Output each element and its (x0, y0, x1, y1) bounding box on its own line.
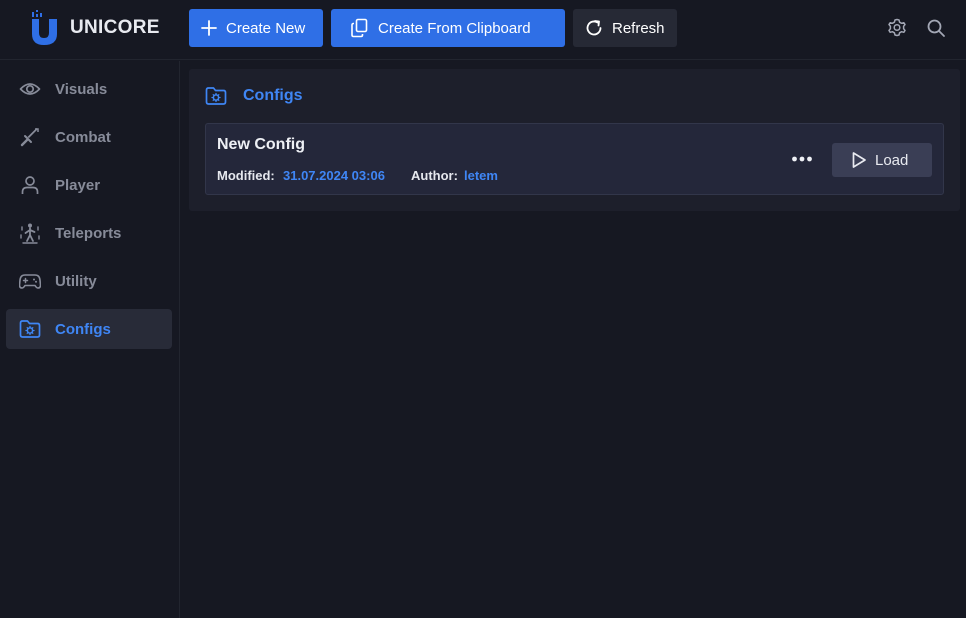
sidebar-item-teleports[interactable]: Teleports (6, 213, 172, 253)
refresh-button[interactable]: Refresh (573, 9, 677, 47)
load-button[interactable]: Load (832, 143, 932, 177)
load-label: Load (875, 151, 909, 169)
plus-icon (201, 20, 217, 36)
folder-gear-icon (19, 318, 41, 340)
gear-icon (888, 18, 906, 37)
create-new-label: Create New (226, 19, 306, 37)
eye-icon (19, 78, 41, 100)
search-button[interactable] (925, 17, 947, 39)
user-icon (19, 174, 41, 196)
sword-icon (19, 126, 41, 148)
configs-panel: Configs New Config Modified: 31.07.2024 … (189, 69, 960, 211)
unicore-logo-icon (32, 10, 57, 45)
teleport-icon (19, 222, 41, 244)
create-from-clipboard-button[interactable]: Create From Clipboard (331, 9, 565, 47)
sidebar-item-label: Utility (55, 272, 97, 290)
modified-value: 31.07.2024 03:06 (283, 168, 385, 183)
author-value: letem (464, 168, 498, 183)
sidebar-item-label: Teleports (55, 224, 122, 242)
clipboard-copy-icon (351, 18, 368, 38)
sidebar-item-label: Combat (55, 128, 111, 146)
refresh-label: Refresh (612, 19, 665, 37)
folder-gear-icon (205, 87, 227, 105)
config-card: New Config Modified: 31.07.2024 03:06 Au… (205, 123, 944, 195)
app-logo: UNICORE (30, 10, 160, 46)
section-title: Configs (243, 87, 303, 104)
play-icon (852, 152, 866, 168)
sidebar-item-label: Visuals (55, 80, 108, 98)
settings-button[interactable] (886, 17, 908, 39)
more-horizontal-icon (792, 156, 812, 162)
author-label: Author: (411, 168, 458, 183)
sidebar-item-combat[interactable]: Combat (6, 117, 172, 157)
config-name: New Config (217, 136, 305, 153)
sidebar-item-visuals[interactable]: Visuals (6, 69, 172, 109)
configs-section-icon-wrap (205, 85, 227, 107)
refresh-icon (586, 20, 602, 36)
create-new-button[interactable]: Create New (189, 9, 323, 47)
sidebar-item-player[interactable]: Player (6, 165, 172, 205)
sidebar-item-utility[interactable]: Utility (6, 261, 172, 301)
sidebar-item-configs[interactable]: Configs (6, 309, 172, 349)
create-from-clipboard-label: Create From Clipboard (378, 19, 531, 37)
sidebar-item-label: Configs (55, 320, 111, 338)
sidebar-item-label: Player (55, 176, 101, 194)
sidebar: Visuals Combat Player Teleports Utility … (0, 61, 180, 618)
app-name: UNICORE (70, 17, 160, 38)
top-bar: UNICORE Create New Create From Clipboard… (0, 0, 966, 60)
gamepad-icon (19, 270, 41, 292)
more-options-button[interactable] (791, 149, 813, 169)
search-icon (927, 19, 945, 37)
modified-label: Modified: (217, 168, 275, 183)
